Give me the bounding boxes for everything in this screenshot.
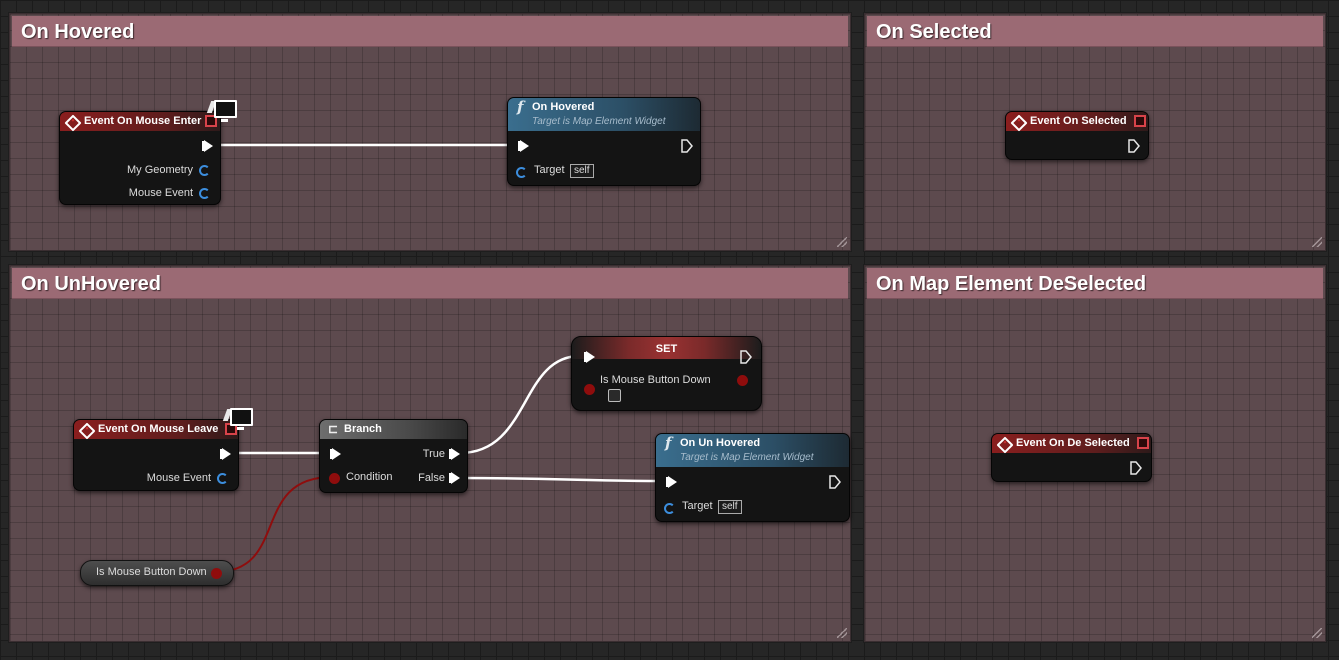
bool-pin-icon[interactable] [211,568,222,579]
node-header: Event On Selected [1006,112,1148,132]
event-diamond-icon [996,436,1014,454]
exec-out-pin[interactable] [740,350,752,364]
exec-out-pin[interactable] [220,448,231,460]
bool-pin-icon[interactable] [584,384,595,395]
set-variable-node[interactable]: SET Is Mouse Button Down [571,336,762,411]
branch-icon: ⊏ [328,422,339,436]
comment-title: On Selected [876,21,992,43]
node-title: On Hovered [532,101,595,113]
exec-in-pin[interactable] [584,351,595,363]
node-title: SET [655,343,678,355]
event-node-mouse-leave[interactable]: Event On Mouse Leave Mouse Event [73,419,239,491]
struct-pin-icon[interactable] [664,503,675,514]
client-monitor-icon [222,407,253,431]
getter-label: Is Mouse Button Down [96,566,207,578]
exec-in-pin[interactable] [666,476,677,488]
node-title: Event On Selected [1030,115,1127,127]
node-header: Event On De Selected [992,434,1151,454]
client-monitor-icon [206,99,237,123]
event-diamond-icon [1010,114,1028,132]
comment-header[interactable]: On UnHovered [12,268,848,299]
exec-in-pin[interactable] [330,448,341,460]
node-header: ⊏ Branch [320,420,467,439]
function-node-on-unhovered[interactable]: f On Un Hovered Target is Map Element Wi… [655,433,850,522]
delegate-pin-icon[interactable] [1134,115,1146,127]
bool-pin-icon[interactable] [737,375,748,386]
struct-pin-icon[interactable] [199,188,210,199]
exec-out-pin[interactable] [202,140,213,152]
target-self-value[interactable]: self [718,500,742,514]
pin-label-target: Target [682,500,713,512]
node-subtitle: Target is Map Element Widget [532,116,666,127]
node-subtitle: Target is Map Element Widget [680,452,814,463]
pin-label-mouse-event: Mouse Event [146,472,211,484]
comment-title: On Map Element DeSelected [876,273,1147,295]
bool-pin-icon[interactable] [329,473,340,484]
node-header: SET [572,337,761,359]
node-header: f On Hovered Target is Map Element Widge… [508,98,700,131]
exec-out-pin[interactable] [1130,461,1142,475]
function-node-on-hovered[interactable]: f On Hovered Target is Map Element Widge… [507,97,701,186]
node-title: Event On Mouse Leave [98,423,219,435]
variable-getter-is-mouse-button-down[interactable]: Is Mouse Button Down [80,560,234,586]
event-diamond-icon [78,422,96,440]
exec-out-pin-true[interactable] [449,448,460,460]
delegate-pin-icon[interactable] [1137,437,1149,449]
function-icon: f [665,434,672,452]
resize-grip-icon[interactable] [1312,237,1322,247]
node-title: Event On Mouse Enter [84,115,202,127]
event-diamond-icon [64,114,82,132]
branch-node[interactable]: ⊏ Branch True Condition False [319,419,468,493]
exec-out-pin[interactable] [681,139,693,153]
pin-label-true: True [422,448,445,460]
event-node-on-selected[interactable]: Event On Selected [1005,111,1149,160]
pin-label-false: False [418,472,445,484]
value-checkbox[interactable] [608,389,621,402]
node-title: On Un Hovered [680,437,761,449]
node-header: Event On Mouse Enter [60,112,220,132]
event-node-on-deselected[interactable]: Event On De Selected [991,433,1152,482]
function-icon: f [517,98,524,116]
node-header: f On Un Hovered Target is Map Element Wi… [656,434,849,467]
struct-pin-icon[interactable] [199,165,210,176]
struct-pin-icon[interactable] [516,167,527,178]
comment-title: On UnHovered [21,273,162,295]
exec-out-pin[interactable] [1128,139,1140,153]
exec-out-pin-false[interactable] [449,472,460,484]
pin-label-my-geometry: My Geometry [126,164,193,176]
resize-grip-icon[interactable] [1312,628,1322,638]
comment-header[interactable]: On Hovered [12,16,848,47]
event-node-mouse-enter[interactable]: Event On Mouse Enter My Geometry Mouse E… [59,111,221,205]
struct-pin-icon[interactable] [217,473,228,484]
resize-grip-icon[interactable] [837,628,847,638]
target-self-value[interactable]: self [570,164,594,178]
node-header: Event On Mouse Leave [74,420,238,440]
exec-out-pin[interactable] [829,475,841,489]
pin-label-target: Target [534,164,565,176]
comment-title: On Hovered [21,21,135,43]
resize-grip-icon[interactable] [837,237,847,247]
node-title: Event On De Selected [1016,437,1130,449]
pin-label-mouse-event: Mouse Event [128,187,193,199]
comment-header[interactable]: On Selected [867,16,1323,47]
exec-in-pin[interactable] [518,140,529,152]
node-title: Branch [344,423,382,435]
pin-label-condition: Condition [346,471,393,483]
comment-header[interactable]: On Map Element DeSelected [867,268,1323,299]
pin-label-is-mouse-button-down: Is Mouse Button Down [600,374,711,386]
